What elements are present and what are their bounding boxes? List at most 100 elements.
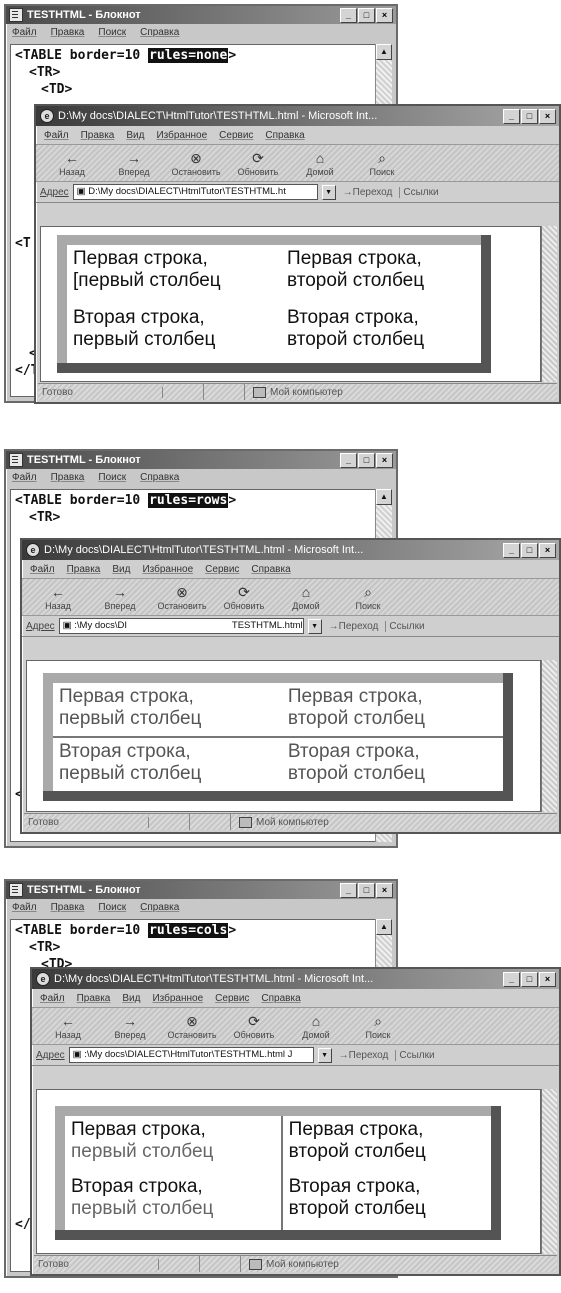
close-button[interactable]: × xyxy=(539,971,556,987)
minimize-button[interactable]: _ xyxy=(340,7,357,23)
close-button[interactable]: × xyxy=(539,108,556,124)
menu-help[interactable]: Справка xyxy=(265,130,304,141)
back-arrow-icon: ← xyxy=(65,149,79,166)
stop-button[interactable]: ⊗ Остановить xyxy=(164,1013,220,1040)
back-button[interactable]: ← Назад xyxy=(44,150,100,177)
menu-tools[interactable]: Сервис xyxy=(215,993,249,1004)
browser-scrollbar[interactable] xyxy=(541,226,557,382)
menu-edit[interactable]: Правка xyxy=(67,564,101,575)
links-button[interactable]: Ссылки xyxy=(395,1049,435,1061)
maximize-button[interactable]: □ xyxy=(358,882,375,898)
menu-help[interactable]: Справка xyxy=(140,472,179,483)
go-button[interactable]: →Переход xyxy=(326,621,382,632)
menu-view[interactable]: Вид xyxy=(122,993,140,1004)
close-button[interactable]: × xyxy=(376,7,393,23)
refresh-button[interactable]: ⟳ Обновить xyxy=(216,584,272,611)
maximize-button[interactable]: □ xyxy=(521,971,538,987)
menu-search[interactable]: Поиск xyxy=(98,902,126,913)
address-input[interactable]: ▣ :\My docs\DIALECT\HtmlTutor\TESTHTML.h… xyxy=(68,1047,314,1063)
menu-search[interactable]: Поиск xyxy=(98,27,126,38)
menu-help[interactable]: Справка xyxy=(251,564,290,575)
address-input[interactable]: ▣ :\My docs\DI TESTHTML.html xyxy=(58,618,304,634)
scroll-up-arrow-icon[interactable]: ▲ xyxy=(376,919,392,935)
refresh-button[interactable]: ⟳ Обновить xyxy=(226,1013,282,1040)
menu-file[interactable]: Файл xyxy=(12,902,37,913)
menu-favorites[interactable]: Избранное xyxy=(152,993,203,1004)
menu-help[interactable]: Справка xyxy=(140,902,179,913)
menu-search[interactable]: Поиск xyxy=(98,472,126,483)
menu-file[interactable]: Файл xyxy=(44,130,69,141)
menu-help[interactable]: Справка xyxy=(261,993,300,1004)
maximize-button[interactable]: □ xyxy=(358,7,375,23)
minimize-button[interactable]: _ xyxy=(503,542,520,558)
refresh-icon: ⟳ xyxy=(252,149,264,166)
scroll-up-arrow-icon[interactable]: ▲ xyxy=(376,44,392,60)
home-icon: ⌂ xyxy=(315,149,325,166)
search-button[interactable]: ⌕ Поиск xyxy=(340,584,396,611)
minimize-button[interactable]: _ xyxy=(340,882,357,898)
minimize-button[interactable]: _ xyxy=(340,452,357,468)
table-row: Первая строка, [первый столбец Первая стр… xyxy=(62,240,486,304)
menu-tools[interactable]: Сервис xyxy=(219,130,253,141)
stop-icon: ⊗ xyxy=(190,149,202,166)
close-button[interactable]: × xyxy=(539,542,556,558)
menu-help[interactable]: Справка xyxy=(140,27,179,38)
menu-edit[interactable]: Правка xyxy=(51,27,85,38)
forward-button[interactable]: → Вперед xyxy=(102,1013,158,1040)
browser-title-bar[interactable]: e D:\My docs\DIALECT\HtmlTutor\TESTHTML.… xyxy=(36,106,559,126)
search-button[interactable]: ⌕ Поиск xyxy=(350,1013,406,1040)
minimize-button[interactable]: _ xyxy=(503,971,520,987)
home-button[interactable]: ⌂ Домой xyxy=(288,1013,344,1040)
close-button[interactable]: × xyxy=(376,882,393,898)
maximize-button[interactable]: □ xyxy=(521,542,538,558)
menu-tools[interactable]: Сервис xyxy=(205,564,239,575)
back-button[interactable]: ← Назад xyxy=(40,1013,96,1040)
forward-button[interactable]: → Вперед xyxy=(106,150,162,177)
browser-scrollbar[interactable] xyxy=(541,1089,557,1254)
forward-button[interactable]: → Вперед xyxy=(92,584,148,611)
menu-edit[interactable]: Правка xyxy=(51,902,85,913)
menu-view[interactable]: Вид xyxy=(126,130,144,141)
back-button[interactable]: ← Назад xyxy=(30,584,86,611)
back-arrow-icon: ← xyxy=(51,583,65,600)
notepad-title-bar[interactable]: TESTHTML - Блокнот _ □ × xyxy=(6,6,396,24)
notepad-title-bar[interactable]: TESTHTML - Блокнот _ □ × xyxy=(6,451,396,469)
address-dropdown-icon[interactable]: ▼ xyxy=(317,1047,332,1063)
code-highlight: rules=rows xyxy=(148,493,229,508)
address-bar: Адрес ▣ D:\My docs\DIALECT\HtmlTutor\TES… xyxy=(36,182,559,203)
table-cell: Вторая строка, второй столбец xyxy=(281,736,508,796)
browser-title-bar[interactable]: e D:\My docs\DIALECT\HtmlTutor\TESTHTML.… xyxy=(32,969,559,989)
address-dropdown-icon[interactable]: ▼ xyxy=(321,184,336,200)
menu-edit[interactable]: Правка xyxy=(77,993,111,1004)
close-button[interactable]: × xyxy=(376,452,393,468)
menu-edit[interactable]: Правка xyxy=(81,130,115,141)
links-button[interactable]: Ссылки xyxy=(385,620,425,632)
stop-button[interactable]: ⊗ Остановить xyxy=(168,150,224,177)
maximize-button[interactable]: □ xyxy=(358,452,375,468)
scroll-up-arrow-icon[interactable]: ▲ xyxy=(376,489,392,505)
menu-favorites[interactable]: Избранное xyxy=(156,130,207,141)
notepad-title-bar[interactable]: TESTHTML - Блокнот _ □ × xyxy=(6,881,396,899)
menu-file[interactable]: Файл xyxy=(30,564,55,575)
go-button[interactable]: →Переход xyxy=(336,1050,392,1061)
search-button[interactable]: ⌕ Поиск xyxy=(354,150,410,177)
home-button[interactable]: ⌂ Домой xyxy=(278,584,334,611)
browser-scrollbar[interactable] xyxy=(541,660,557,812)
maximize-button[interactable]: □ xyxy=(521,108,538,124)
menu-file[interactable]: Файл xyxy=(12,472,37,483)
browser-title-bar[interactable]: e D:\My docs\DIALECT\HtmlTutor\TESTHTML.… xyxy=(22,540,559,560)
menu-file[interactable]: Файл xyxy=(12,27,37,38)
menu-view[interactable]: Вид xyxy=(112,564,130,575)
refresh-button[interactable]: ⟳ Обновить xyxy=(230,150,286,177)
browser-content: Первая строка, первый столбец Первая стро… xyxy=(26,660,541,812)
address-dropdown-icon[interactable]: ▼ xyxy=(307,618,322,634)
menu-edit[interactable]: Правка xyxy=(51,472,85,483)
home-button[interactable]: ⌂ Домой xyxy=(292,150,348,177)
links-button[interactable]: Ссылки xyxy=(399,186,439,198)
go-button[interactable]: →Переход xyxy=(340,187,396,198)
minimize-button[interactable]: _ xyxy=(503,108,520,124)
stop-button[interactable]: ⊗ Остановить xyxy=(154,584,210,611)
menu-favorites[interactable]: Избранное xyxy=(142,564,193,575)
menu-file[interactable]: Файл xyxy=(40,993,65,1004)
address-input[interactable]: ▣ D:\My docs\DIALECT\HtmlTutor\TESTHTML.… xyxy=(72,184,318,200)
